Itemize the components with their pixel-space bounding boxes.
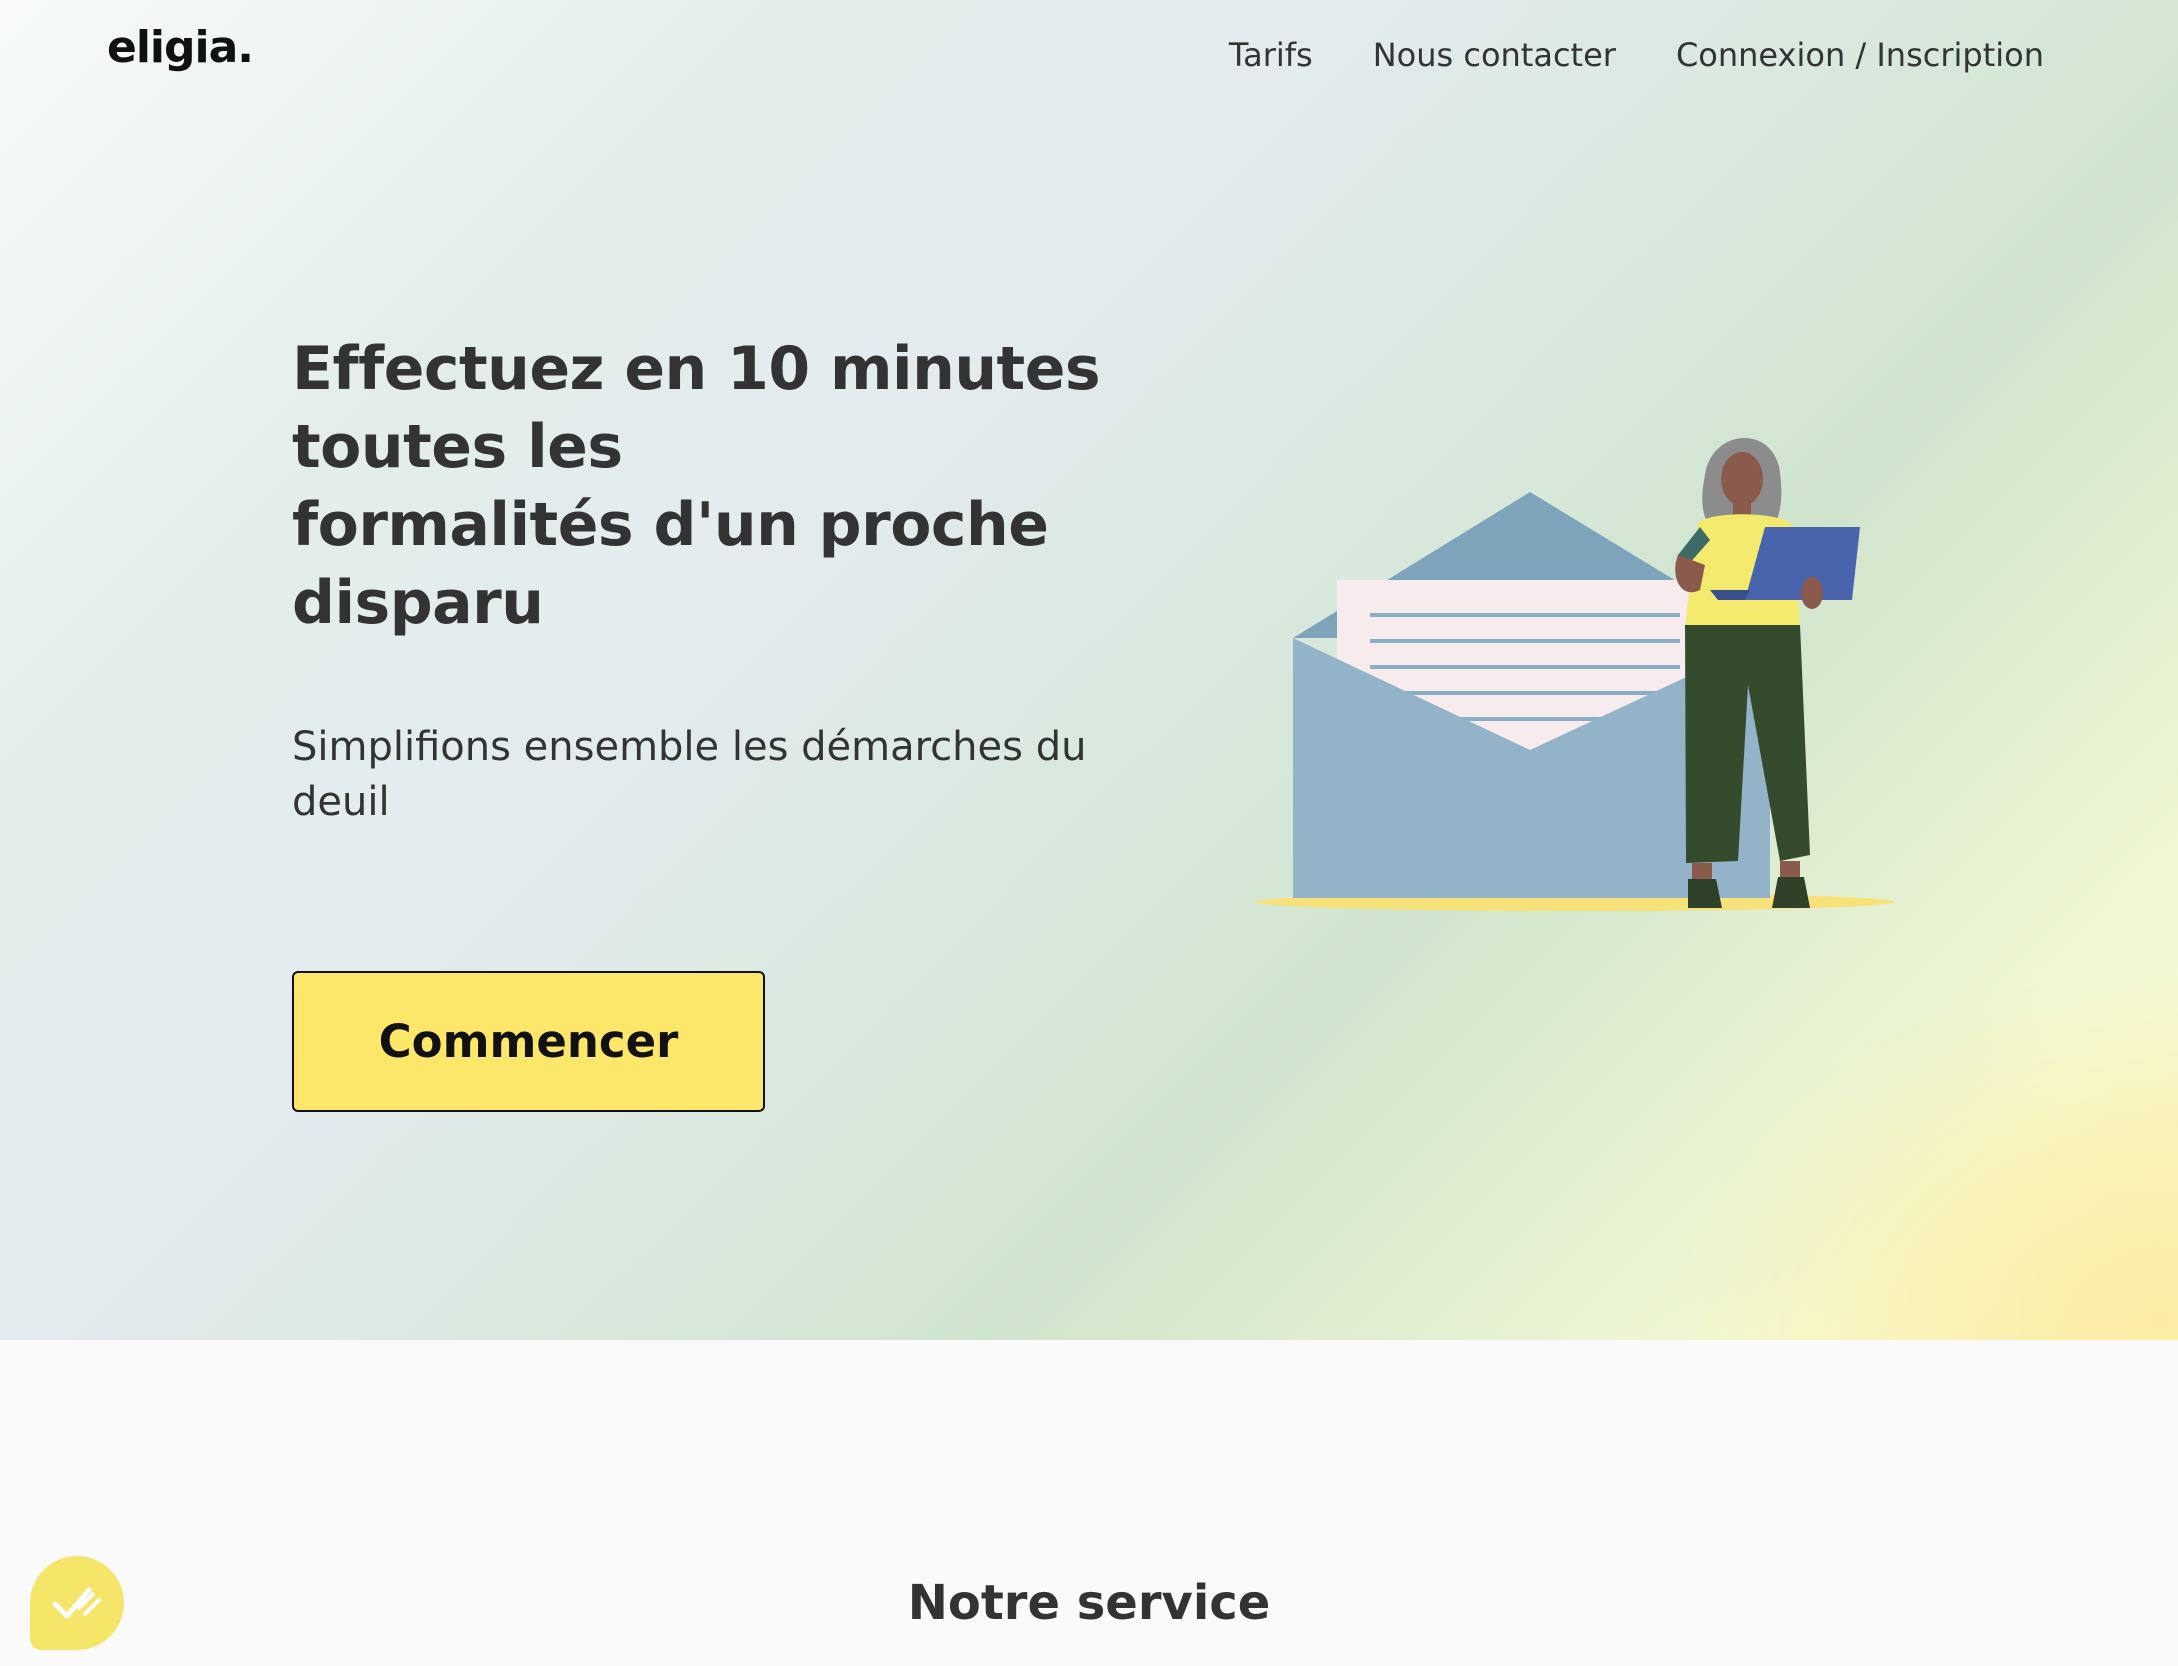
hero-headline-line-2: toutes les (292, 412, 623, 482)
person-right-shoe (1772, 877, 1810, 908)
hero-headline-line-1: Effectuez en 10 minutes (292, 334, 1101, 404)
person-face (1721, 452, 1763, 506)
site-logo[interactable]: eligia. (107, 22, 254, 73)
page: eligia. Tarifs Nous contacter Connexion … (0, 0, 2178, 1666)
person-right-ankle (1780, 861, 1800, 879)
hero-headline: Effectuez en 10 minutes toutes les forma… (292, 330, 1172, 642)
person-left-ankle (1692, 863, 1712, 881)
nav-link-login-signup[interactable]: Connexion / Inscription (1676, 36, 2044, 74)
hero-subtitle: Simplifions ensemble les démarches du de… (292, 724, 1087, 825)
start-button[interactable]: Commencer (292, 971, 765, 1112)
woman-with-laptop-and-envelope-illustration (1255, 437, 1895, 911)
nav-link-tarifs[interactable]: Tarifs (1229, 36, 1313, 74)
hero-section: eligia. Tarifs Nous contacter Connexion … (0, 0, 2178, 1340)
hero-headline-line-3: formalités d'un proche (292, 490, 1049, 560)
hero-headline-line-4: disparu (292, 568, 544, 638)
person-right-hand (1801, 577, 1823, 609)
service-section-title: Notre service (907, 1575, 1271, 1631)
main-nav: Tarifs Nous contacter Connexion / Inscri… (1229, 36, 2044, 74)
nav-link-contact[interactable]: Nous contacter (1373, 36, 1616, 74)
